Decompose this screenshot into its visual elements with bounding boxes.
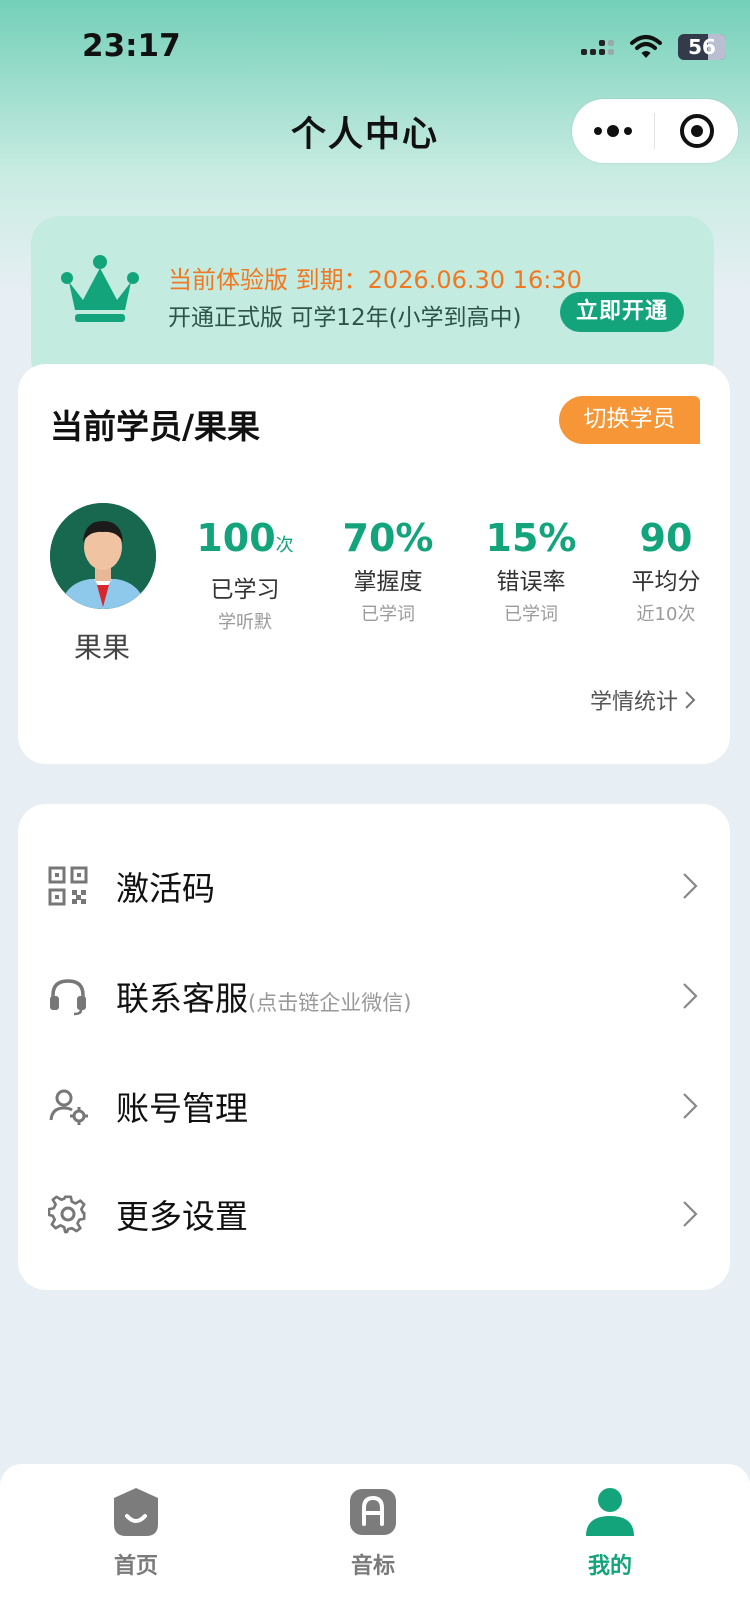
tab-label: 音标 [350,1554,395,1579]
home-icon [114,1488,158,1536]
upgrade-description: 开通正式版 可学12年(小学到高中) [168,305,522,331]
stat-sub: 学听默 [218,612,272,633]
status-time: 23:17 [82,28,181,64]
stat-sub: 已学词 [504,604,558,625]
stat-average-score: 90 平均分 近10次 [596,516,736,626]
stat-label: 错误率 [496,569,566,595]
menu-item-customer-service[interactable]: 联系客服(点击链企业微信) [18,946,730,1046]
student-card: 当前学员/果果 切换学员 果果 100次 已学习 学听默 70% 掌握度 已学词… [18,364,730,764]
stat-mastery: 70% 掌握度 已学词 [318,516,458,626]
user-gear-icon [49,1089,88,1125]
stat-value: 70% [342,516,434,560]
menu-item-more-settings[interactable]: 更多设置 [18,1164,730,1264]
menu-item-activation-code[interactable]: 激活码 [18,836,730,936]
menu-label: 联系客服(点击链企业微信) [116,979,412,1018]
more-menu-button[interactable] [572,125,654,137]
stat-sub: 近10次 [636,604,696,625]
avatar[interactable] [50,503,156,609]
stat-error-rate: 15% 错误率 已学词 [461,516,601,626]
menu-label: 账号管理 [116,1089,248,1128]
stat-label: 已学习 [210,577,280,603]
learning-stats-label: 学情统计 [589,690,678,715]
stat-studied: 100次 已学习 学听默 [175,516,315,634]
close-button[interactable] [655,114,738,148]
qrcode-icon [48,866,88,906]
headset-icon [50,979,86,1016]
tab-me[interactable]: 我的 [550,1486,670,1580]
menu-hint: (点击链企业微信) [248,991,412,1015]
menu-label: 更多设置 [116,1197,248,1236]
wifi-icon [630,35,662,58]
avatar-name: 果果 [73,631,130,664]
stat-label: 平均分 [631,569,701,595]
battery-icon: 56 [678,34,726,60]
open-membership-button[interactable]: 立即开通 [560,292,684,332]
menu-card: 激活码 联系客服(点击链企业微信) 账号管理 更多设置 [18,804,730,1290]
chevron-right-icon [683,873,698,899]
vip-banner: 当前体验版 到期：2026.06.30 16:30 开通正式版 可学12年(小学… [31,216,714,386]
status-icons: 56 [581,34,726,60]
stat-value: 15% [485,516,577,560]
gear-icon [48,1195,86,1234]
phonetic-icon [350,1489,396,1535]
signal-icon [581,39,614,55]
tab-home[interactable]: 首页 [76,1486,196,1580]
trial-expiry-text: 当前体验版 到期：2026.06.30 16:30 [168,266,582,294]
stat-label: 掌握度 [353,569,423,595]
stat-value: 90 [639,516,693,560]
chevron-right-icon [683,1093,698,1119]
current-student-title: 当前学员/果果 [50,407,261,446]
tab-label: 我的 [587,1554,632,1579]
learning-stats-link[interactable]: 学情统计 [590,684,696,716]
chevron-right-icon [685,691,696,709]
menu-item-account-management[interactable]: 账号管理 [18,1056,730,1156]
crown-icon [61,255,139,322]
bottom-tab-bar: 首页 音标 我的 [0,1464,750,1620]
stat-value: 100次 [196,516,294,560]
tab-label: 首页 [113,1554,158,1579]
menu-label: 激活码 [116,869,215,908]
battery-level: 56 [688,35,716,59]
switch-student-button[interactable]: 切换学员 [559,396,700,444]
mini-program-capsule [572,99,738,163]
target-icon [679,114,714,148]
stat-sub: 已学词 [361,604,415,625]
chevron-right-icon [683,983,698,1009]
tab-phonetic[interactable]: 音标 [313,1486,433,1580]
profile-icon [586,1488,634,1536]
chevron-right-icon [683,1201,698,1227]
